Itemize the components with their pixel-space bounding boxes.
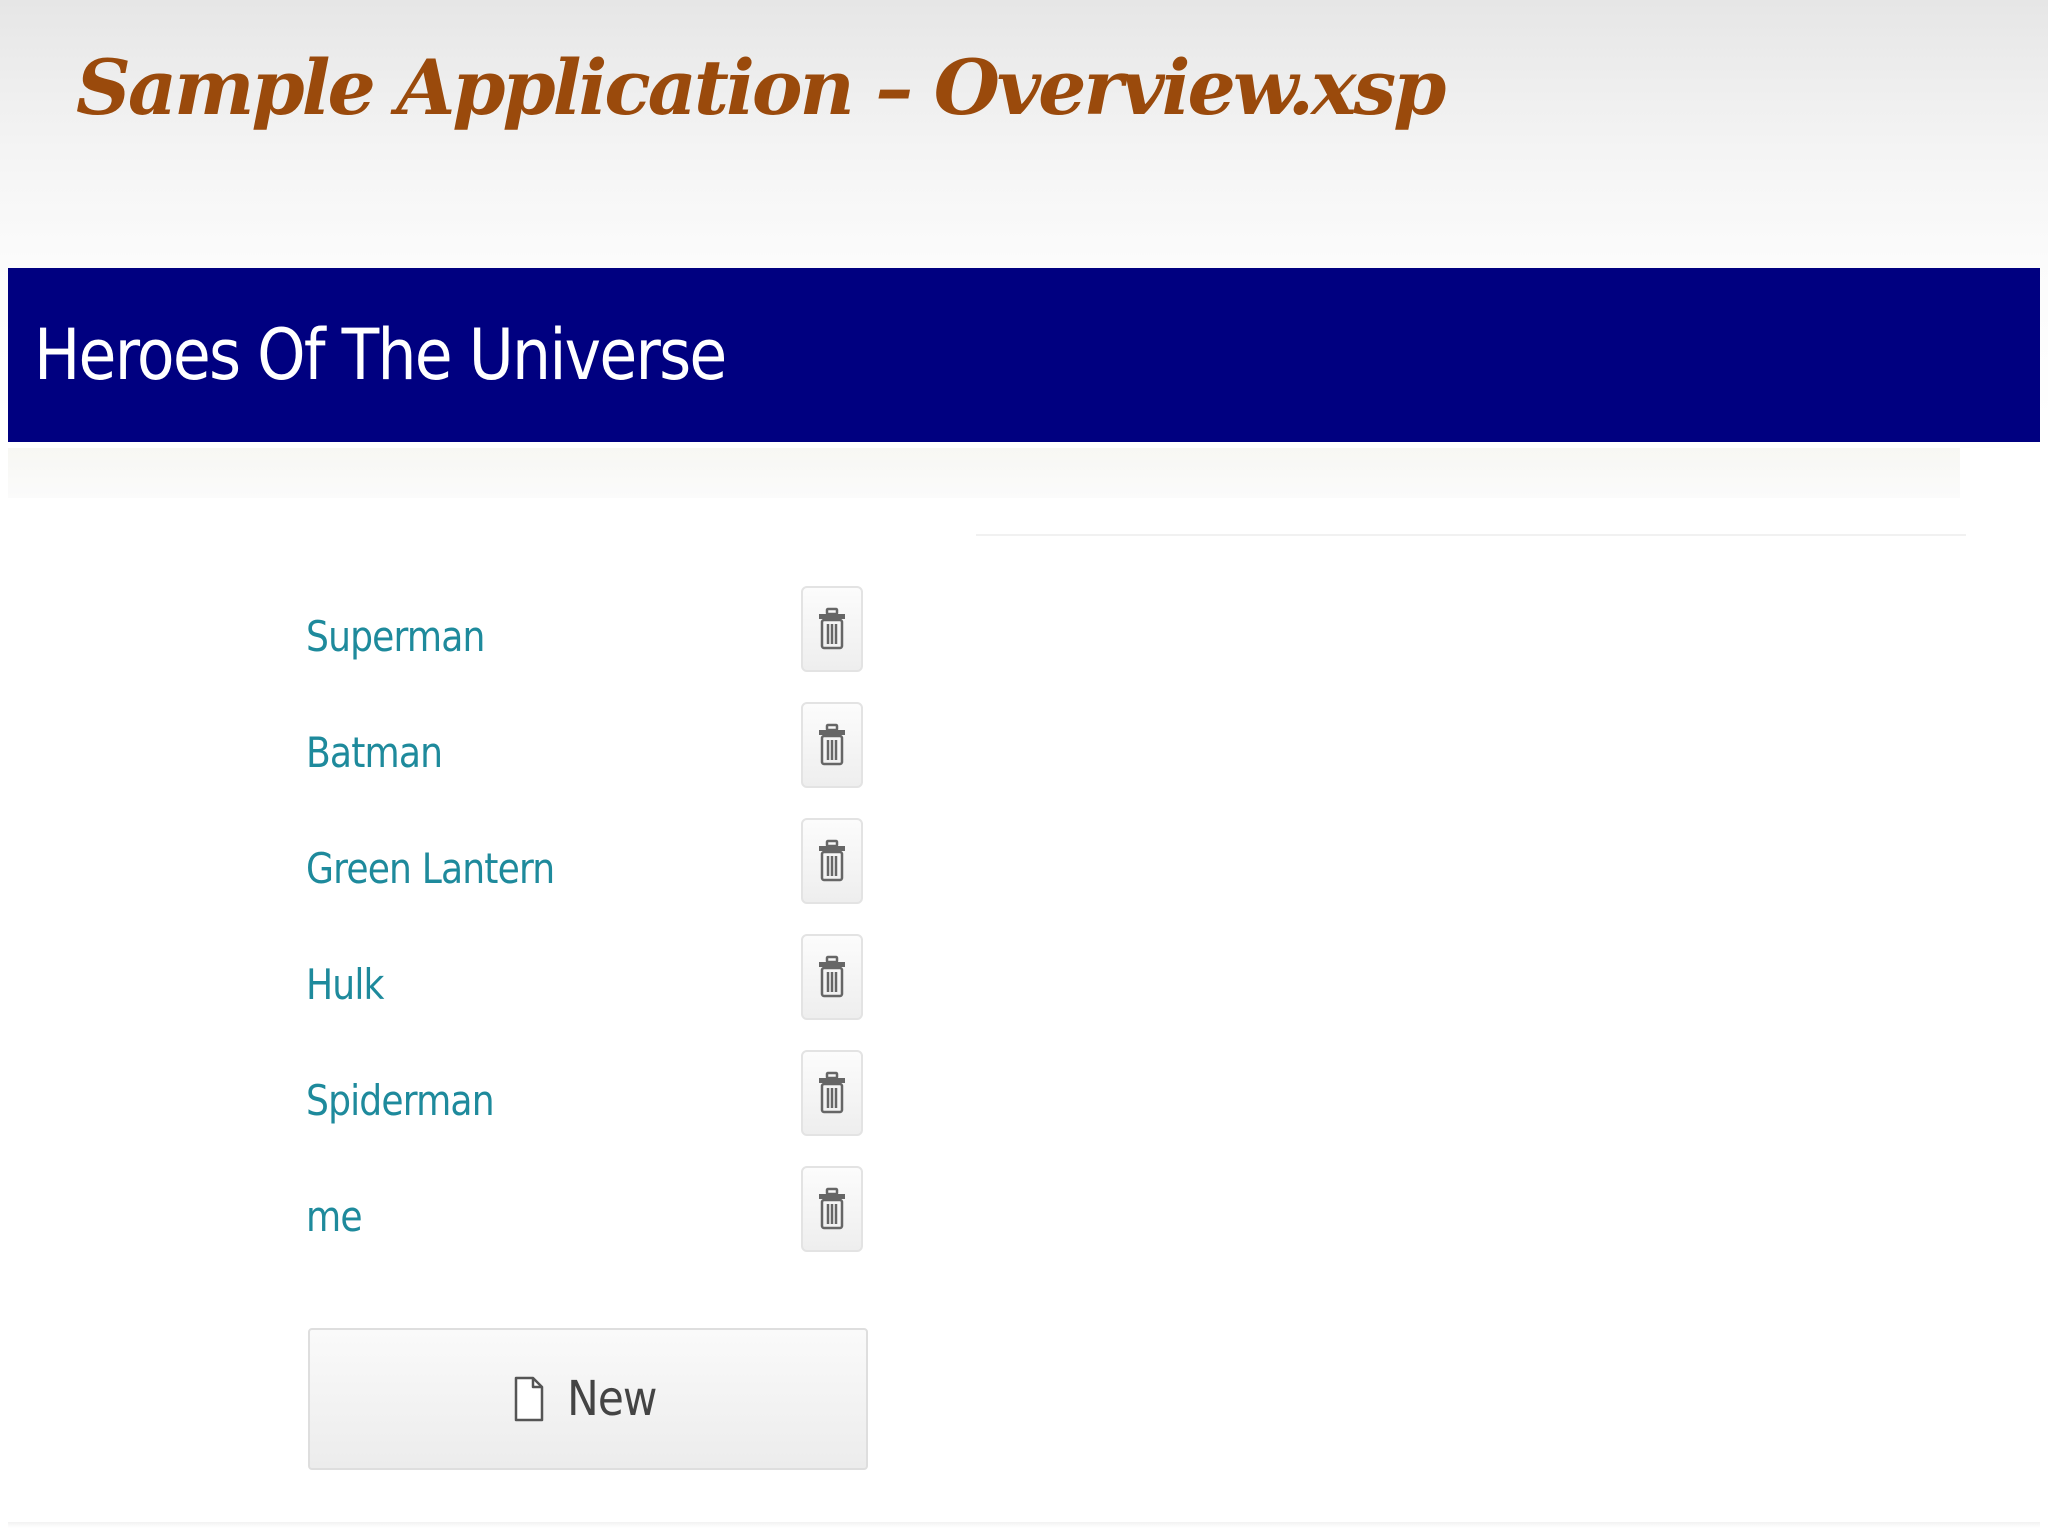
trash-icon <box>819 723 845 766</box>
document-icon <box>514 1376 544 1422</box>
hero-row: Hulk <box>306 916 866 1032</box>
subheader-bar <box>8 448 1960 498</box>
hero-link-batman[interactable]: Batman <box>306 728 443 778</box>
new-button-label: New <box>567 1371 657 1427</box>
trash-icon <box>819 1071 845 1114</box>
app-header: Heroes Of The Universe <box>8 268 2040 442</box>
divider <box>976 534 1966 536</box>
hero-row: Green Lantern <box>306 800 866 916</box>
new-button[interactable]: New <box>308 1328 868 1470</box>
hero-link-hulk[interactable]: Hulk <box>306 960 384 1010</box>
hero-row: me <box>306 1148 866 1264</box>
hero-link-spiderman[interactable]: Spiderman <box>306 1076 495 1126</box>
trash-icon <box>819 955 845 998</box>
delete-button-spiderman[interactable] <box>801 1050 863 1136</box>
delete-button-superman[interactable] <box>801 586 863 672</box>
footer-divider <box>8 1522 2040 1528</box>
hero-row: Superman <box>306 568 866 684</box>
app-screenshot: Heroes Of The Universe Superman Batman G… <box>8 268 2040 1536</box>
delete-button-me[interactable] <box>801 1166 863 1252</box>
hero-link-green-lantern[interactable]: Green Lantern <box>306 844 555 894</box>
trash-icon <box>819 1187 845 1230</box>
trash-icon <box>819 839 845 882</box>
app-title: Heroes Of The Universe <box>34 314 727 396</box>
hero-link-superman[interactable]: Superman <box>306 612 485 662</box>
hero-row: Batman <box>306 684 866 800</box>
trash-icon <box>819 607 845 650</box>
delete-button-batman[interactable] <box>801 702 863 788</box>
hero-link-me[interactable]: me <box>306 1192 363 1242</box>
slide-title: Sample Application – Overview.xsp <box>76 43 1446 132</box>
hero-list: Superman Batman Green Lantern Hulk Spide… <box>306 568 866 1264</box>
hero-row: Spiderman <box>306 1032 866 1148</box>
delete-button-hulk[interactable] <box>801 934 863 1020</box>
delete-button-green-lantern[interactable] <box>801 818 863 904</box>
